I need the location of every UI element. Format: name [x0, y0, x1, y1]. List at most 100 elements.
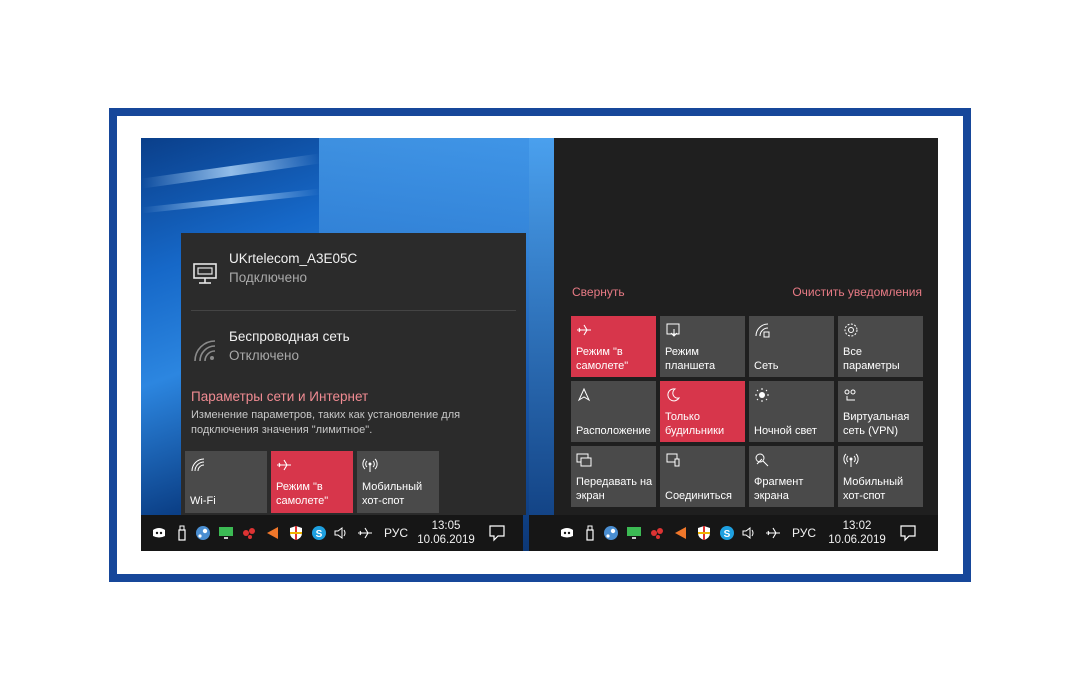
quick-action-tile[interactable]: Только будильники: [660, 381, 745, 442]
image-frame: UKrtelecom_A3E05C Подключено Беспроводна…: [109, 108, 971, 582]
svg-text:S: S: [316, 529, 323, 540]
security-shield-icon[interactable]: [288, 525, 304, 541]
hotspot-icon: [843, 453, 859, 467]
clear-notifications-link[interactable]: Очистить уведомления: [792, 285, 922, 299]
network-name: UKrtelecom_A3E05C: [229, 251, 358, 266]
notifications-icon[interactable]: [899, 524, 917, 542]
network-settings-link[interactable]: Параметры сети и Интернет: [191, 389, 368, 404]
wallpaper-light-beam: [141, 188, 321, 214]
airplane-icon: [277, 459, 291, 471]
hotspot-icon: [362, 458, 378, 472]
quick-action-label: Соединиться: [665, 490, 732, 502]
quick-action-label: Все параметры: [843, 346, 900, 372]
game-app-icon[interactable]: [241, 525, 257, 541]
sun-icon: [755, 388, 769, 402]
project-icon: [576, 453, 592, 467]
snip-icon: [755, 453, 769, 467]
quick-action-label: Фрагмент экрана: [754, 476, 804, 502]
quick-action-tile[interactable]: Мобильный хот-спот: [838, 446, 923, 507]
network-status: Отключено: [229, 348, 299, 363]
quick-tile-hotspot[interactable]: Мобильный хот-спот: [357, 451, 439, 513]
ethernet-icon: [193, 263, 217, 284]
airplane-icon[interactable]: [357, 525, 373, 541]
quick-action-label: Передавать на экран: [576, 476, 653, 502]
gear-icon: [844, 323, 858, 337]
action-center: Свернуть Очистить уведомления Режим "в с…: [554, 138, 938, 515]
quick-action-tile[interactable]: Соединиться: [660, 446, 745, 507]
quick-tile-wifi[interactable]: Wi-Fi: [185, 451, 267, 513]
usb-drive-icon[interactable]: [174, 525, 190, 541]
screenshot-composite: UKrtelecom_A3E05C Подключено Беспроводна…: [141, 138, 938, 551]
quick-tile-label: Режим "в самолете": [276, 481, 329, 507]
usb-drive-icon[interactable]: [582, 525, 598, 541]
location-icon: [577, 387, 591, 402]
quick-action-tile[interactable]: Режим планшета: [660, 316, 745, 377]
game-app-icon[interactable]: [649, 525, 665, 541]
network-item-ethernet[interactable]: UKrtelecom_A3E05C Подключено: [181, 233, 526, 303]
monitor-app-icon[interactable]: [218, 525, 234, 541]
network-status: Подключено: [229, 270, 308, 285]
quick-action-tile[interactable]: Передавать на экран: [571, 446, 656, 507]
taskbar-right: S РУС 13:02 10.06.2019: [529, 515, 938, 551]
quick-action-label: Только будильники: [665, 411, 725, 437]
quick-action-label: Режим планшета: [665, 346, 716, 372]
volume-icon[interactable]: [333, 525, 349, 541]
clock-time: 13:05: [431, 520, 461, 532]
quick-action-label: Мобильный хот-спот: [843, 476, 904, 502]
quick-tile-label: Wi-Fi: [190, 495, 216, 507]
connect-icon: [666, 453, 680, 467]
quick-action-tile[interactable]: Сеть: [749, 316, 834, 377]
steam-icon[interactable]: [195, 525, 211, 541]
quick-tile-label: Мобильный хот-спот: [362, 481, 423, 507]
security-shield-icon[interactable]: [696, 525, 712, 541]
volume-icon[interactable]: [741, 525, 757, 541]
wallpaper-light-beam: [141, 153, 321, 189]
network-item-wireless[interactable]: Беспроводная сеть Отключено: [181, 311, 526, 381]
media-player-icon[interactable]: [672, 525, 688, 541]
steam-icon[interactable]: [603, 525, 619, 541]
collapse-link[interactable]: Свернуть: [572, 285, 625, 299]
vpn-icon: [844, 389, 856, 401]
network-flyout: UKrtelecom_A3E05C Подключено Беспроводна…: [181, 233, 526, 515]
input-language[interactable]: РУС: [384, 526, 408, 540]
left-desktop: UKrtelecom_A3E05C Подключено Беспроводна…: [141, 138, 529, 551]
taskbar-clock[interactable]: 13:05 10.06.2019: [416, 519, 476, 547]
quick-tile-airplane[interactable]: Режим "в самолете": [271, 451, 353, 513]
notifications-icon[interactable]: [488, 524, 506, 542]
airplane-icon[interactable]: [765, 525, 781, 541]
monitor-app-icon[interactable]: [626, 525, 642, 541]
quick-action-tile[interactable]: Все параметры: [838, 316, 923, 377]
media-player-icon[interactable]: [264, 525, 280, 541]
quick-action-label: Виртуальная сеть (VPN): [843, 411, 910, 437]
quick-action-label: Расположение: [576, 425, 651, 437]
network-icon: [755, 323, 770, 338]
image-frame-inner: UKrtelecom_A3E05C Подключено Беспроводна…: [117, 116, 963, 574]
right-desktop: Свернуть Очистить уведомления Режим "в с…: [529, 138, 938, 551]
tablet-mode-icon: [666, 323, 680, 337]
svg-text:S: S: [724, 529, 731, 540]
network-name: Беспроводная сеть: [229, 329, 350, 344]
quick-action-tile[interactable]: Расположение: [571, 381, 656, 442]
quick-action-label: Сеть: [754, 360, 779, 372]
taskbar-clock[interactable]: 13:02 10.06.2019: [827, 519, 887, 547]
wifi-icon: [194, 340, 216, 362]
quick-action-tile[interactable]: Виртуальная сеть (VPN): [838, 381, 923, 442]
discord-icon[interactable]: [151, 525, 167, 541]
discord-icon[interactable]: [559, 525, 575, 541]
quick-action-label: Режим "в самолете": [576, 346, 629, 372]
moon-icon: [667, 388, 681, 402]
clock-date: 10.06.2019: [417, 534, 475, 546]
skype-icon[interactable]: S: [719, 525, 735, 541]
taskbar-left: S РУС 13:05 10.06.2019: [141, 515, 523, 551]
airplane-icon: [577, 324, 591, 336]
network-settings-description: Изменение параметров, таких как установл…: [191, 409, 461, 436]
wifi-icon: [191, 458, 205, 472]
clock-time: 13:02: [842, 520, 872, 532]
quick-action-label: Ночной свет: [754, 425, 817, 437]
quick-action-tile[interactable]: Фрагмент экрана: [749, 446, 834, 507]
skype-icon[interactable]: S: [311, 525, 327, 541]
input-language[interactable]: РУС: [792, 526, 816, 540]
quick-action-tile[interactable]: Ночной свет: [749, 381, 834, 442]
wallpaper-strip: [529, 138, 554, 551]
quick-action-tile[interactable]: Режим "в самолете": [571, 316, 656, 377]
